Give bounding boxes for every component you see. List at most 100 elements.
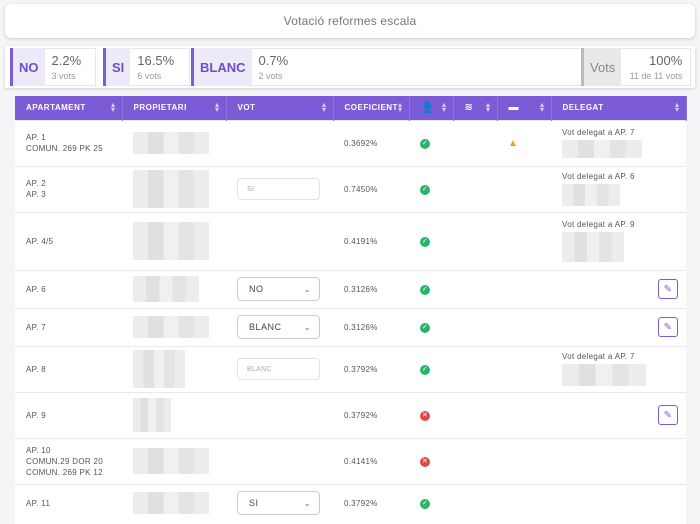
votes-table: APARTAMENT ▴ ▾ PROPIETARI ▴ ▾ VOT ▴ ▾ COEFICIE… [15, 96, 687, 524]
card-icon: ▬ [508, 102, 519, 114]
sort-icon: ▴ ▾ [485, 100, 491, 114]
check-icon: ✓ [420, 498, 430, 509]
stat-label: Vots [581, 48, 622, 86]
owner-name-blurred [133, 448, 209, 474]
col-presence[interactable]: 👤 ▴ ▾ [409, 96, 454, 120]
stat-label: BLANC [191, 48, 252, 86]
delegat-text: Vot delegat a AP. 6 [562, 172, 635, 181]
owner-name-blurred [133, 222, 209, 260]
delegat-text: Vot delegat a AP. 7 [562, 128, 635, 137]
wifi-icon: ≋ [464, 102, 474, 114]
chevron-down-icon: ⌄ [303, 322, 311, 332]
delegat-name-blurred [562, 364, 646, 386]
stat-label: SI [103, 48, 131, 86]
col-online[interactable]: ≋ ▴ ▾ [453, 96, 498, 120]
edit-button[interactable]: ✎ [658, 279, 678, 299]
vote-select[interactable]: NO ⌄ [237, 277, 320, 301]
table-row: AP. 10 COMUN.29 DOR 20 COMUN. 269 PK 12 0.… [15, 437, 686, 484]
col-coeficient[interactable]: COEFICIENT ▴ ▾ [333, 96, 410, 120]
stat-si: SI 16.5% 6 vots [103, 48, 191, 86]
apt-line: AP. 2 [26, 179, 47, 188]
check-icon: ✓ [420, 184, 430, 195]
check-icon: ✓ [420, 284, 430, 295]
apt-line: AP. 1 [26, 133, 47, 142]
coef-value: 0.3792% [333, 483, 409, 522]
vote-select[interactable]: SI ⌄ [237, 491, 320, 516]
stat-no: NO 2.2% 3 vots [10, 48, 96, 86]
stat-pct: 2.2% [51, 53, 82, 68]
apt-line: AP. 4/5 [15, 211, 122, 270]
apt-line: COMUN.29 DOR 20 [26, 456, 103, 466]
owner-name-blurred [133, 398, 171, 432]
chevron-down-icon: ⌄ [303, 284, 311, 294]
check-icon: ✓ [420, 322, 430, 333]
sort-icon: ▴ ▾ [441, 100, 447, 114]
table-row: AP. 4/5 0.4191% ✓ Vot delegat a AP. 9 [15, 211, 686, 270]
edit-icon: ✎ [663, 409, 673, 421]
owner-name-blurred [133, 316, 209, 338]
error-icon: ✕ [420, 456, 430, 467]
coef-value: 0.3126% [333, 307, 409, 346]
edit-icon: ✎ [663, 283, 673, 295]
sort-icon: ▴ ▾ [539, 100, 545, 114]
vote-value: SI [237, 178, 320, 200]
apt-line: AP. 3 [26, 190, 47, 199]
warning-icon: ▲ [508, 137, 519, 149]
col-card[interactable]: ▬ ▴ ▾ [497, 96, 552, 120]
vote-summary: NO 2.2% 3 vots SI 16.5% 6 vots BLANC 0.7% 2… [5, 46, 695, 88]
stat-pct: 100% [649, 53, 683, 68]
stat-blanc: BLANC 0.7% 2 vots [191, 48, 636, 86]
col-propietari[interactable]: PROPIETARI ▴ ▾ [122, 96, 227, 120]
owner-name-blurred [133, 276, 199, 302]
stat-count: 2 vots [258, 71, 283, 81]
owner-name-blurred [133, 492, 209, 515]
coef-value: 0.7450% [333, 165, 409, 212]
stat-label: NO [10, 48, 45, 86]
coef-value: 0.4141% [333, 437, 409, 484]
coef-value: 0.4191% [333, 211, 409, 270]
delegat-name-blurred [562, 232, 624, 262]
stat-total: Vots 100% 11 de 11 vots [581, 48, 692, 86]
user-check-icon: 👤 [420, 102, 435, 115]
edit-icon: ✎ [663, 321, 673, 333]
edit-button[interactable]: ✎ [658, 317, 678, 337]
page-title: Votació reformes escala [283, 14, 417, 28]
coef-value: 0.3126% [333, 269, 409, 308]
stat-count: 6 vots [137, 71, 162, 81]
stat-pct: 0.7% [258, 53, 289, 68]
vote-value: BLANC [237, 358, 320, 380]
title-card: Votació reformes escala [5, 4, 695, 38]
error-icon: ✕ [420, 410, 430, 421]
chevron-down-icon: ⌄ [303, 498, 311, 508]
table-row: AP. 11 SI ⌄ 0.3792% ✓ [15, 483, 686, 522]
table-row: AP. 9 0.3792% ✕ ✎ [15, 391, 686, 438]
delegat-name-blurred [562, 140, 642, 158]
owner-name-blurred [133, 170, 209, 208]
stat-pct: 16.5% [137, 53, 175, 68]
col-delegat[interactable]: DELEGAT ▴ ▾ [551, 96, 687, 120]
table-row: AP. 7 BLANC ⌄ 0.3126% ✓ ✎ [15, 307, 686, 346]
sort-icon: ▴ ▾ [674, 100, 680, 114]
table-row: AP. 2 AP. 3 SI 0.7450% ✓ Vot delegat a AP… [15, 165, 686, 212]
sort-icon: ▴ ▾ [321, 100, 327, 114]
delegat-text: Vot delegat a AP. 9 [562, 220, 635, 229]
table-row: AP. 6 NO ⌄ 0.3126% ✓ ✎ [15, 269, 686, 308]
apt-line: COMUN. 269 PK 12 [26, 467, 103, 477]
apt-line: AP. 8 [15, 345, 122, 392]
delegat-text: Vot delegat a AP. 7 [562, 352, 635, 361]
sort-icon: ▴ ▾ [397, 100, 403, 114]
col-apartament[interactable]: APARTAMENT ▴ ▾ [15, 96, 123, 120]
col-vot[interactable]: VOT ▴ ▾ [226, 96, 334, 120]
vote-select[interactable]: BLANC ⌄ [237, 315, 320, 339]
table-header: APARTAMENT ▴ ▾ PROPIETARI ▴ ▾ VOT ▴ ▾ COEFICIE… [15, 96, 687, 120]
coef-value: 0.3692% [333, 119, 409, 166]
edit-button[interactable]: ✎ [658, 405, 678, 425]
delegat-name-blurred [562, 184, 620, 206]
stat-count: 3 vots [51, 71, 76, 81]
table-row: AP. 8 BLANC 0.3792% ✓ Vot delegat a AP. … [15, 345, 686, 392]
apt-line: AP. 7 [15, 307, 122, 346]
apt-line: COMUN. 269 PK 25 [26, 144, 103, 153]
apt-line: AP. 11 [15, 483, 122, 522]
coef-value: 0.3792% [333, 345, 409, 392]
check-icon: ✓ [420, 138, 430, 149]
